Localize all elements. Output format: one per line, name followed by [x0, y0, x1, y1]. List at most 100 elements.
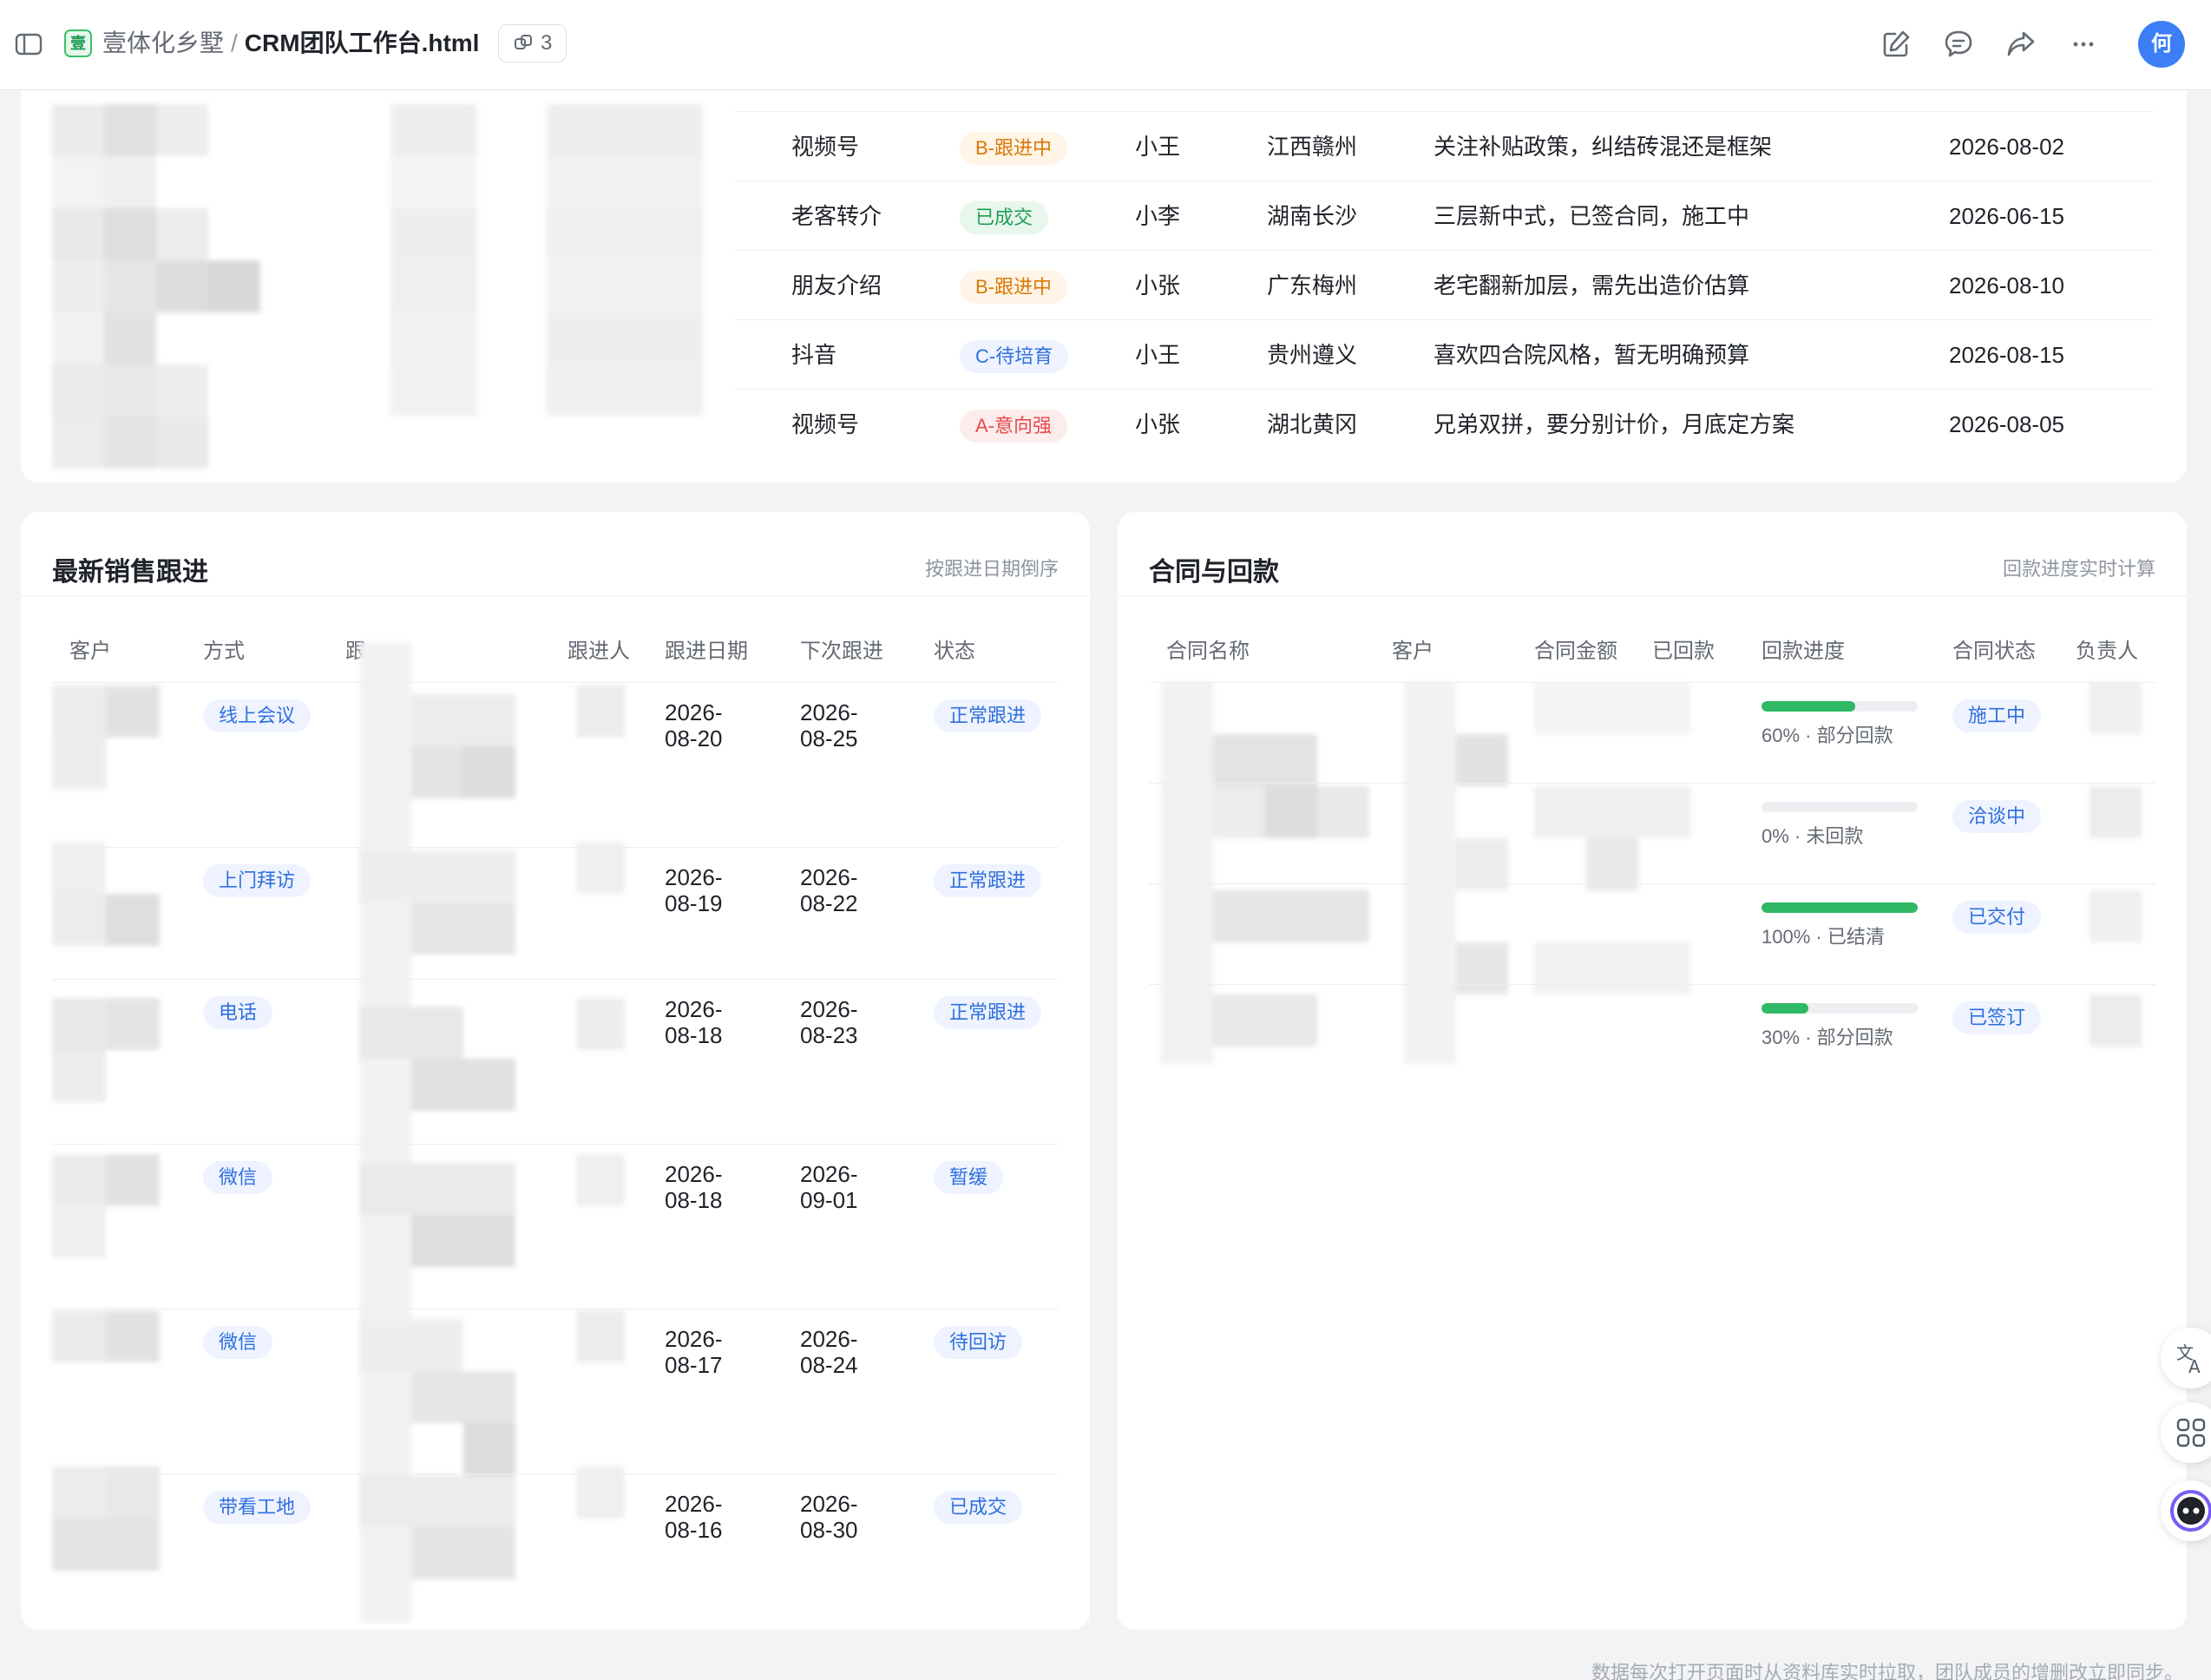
followup-date: 2026- 08-19	[665, 864, 723, 916]
edit-icon[interactable]	[1880, 28, 1912, 61]
table-row[interactable]: 视频号 A-意向强 小张 湖北黄冈 兄弟双拼，要分别计价，月底定方案 2026-…	[734, 389, 2154, 458]
status-badge: 已成交	[934, 1491, 1023, 1524]
assistant-button[interactable]	[2161, 1480, 2211, 1541]
method-badge: 微信	[203, 1161, 273, 1194]
progress-bar-fill	[1762, 902, 1918, 913]
lead-owner: 小张	[1135, 272, 1181, 299]
followups-title: 最新销售跟进	[52, 558, 208, 587]
followup-date: 2026- 08-16	[665, 1491, 723, 1543]
table-row-divider	[1149, 883, 2155, 884]
contract-status-badge: 已签订	[1952, 1001, 2042, 1034]
blurred-content-cells	[316, 642, 568, 1623]
comment-icon[interactable]	[1942, 28, 1975, 61]
lead-owner: 小王	[1135, 342, 1181, 368]
lead-region: 湖南长沙	[1267, 203, 1358, 229]
table-row[interactable]: 老客转介 已成交 小李 湖南长沙 三层新中式，已签合同，施工中 2026-06-…	[734, 180, 2154, 250]
method-badge: 电话	[203, 996, 273, 1029]
lead-region: 贵州遵义	[1267, 342, 1358, 368]
translate-button[interactable]: 文 A	[2161, 1328, 2211, 1388]
lead-grade-badge: A-意向强	[960, 410, 1068, 443]
table-row[interactable]: 视频号 B-跟进中 小王 江西赣州 关注补贴政策，纠结砖混还是框架 2026-0…	[734, 111, 2154, 180]
table-row-divider	[1149, 783, 2155, 784]
link-icon	[515, 35, 532, 49]
card-divider	[21, 595, 1090, 596]
sidebar-toggle-icon[interactable]	[14, 30, 43, 59]
col-header-customer: 客户	[69, 640, 111, 663]
col-header-owner: 负责人	[2076, 640, 2138, 663]
lead-region: 广东梅州	[1267, 272, 1358, 299]
breadcrumb-separator: /	[231, 30, 238, 56]
table-row[interactable]: 朋友介绍 B-跟进中 小张 广东梅州 老宅翻新加层，需先出造价估算 2026-0…	[734, 250, 2154, 319]
blurred-owner-cells	[2063, 682, 2159, 1064]
table-row[interactable]: 抖音 C-待培育 小王 贵州遵义 喜欢四合院风格，暂无明确预算 2026-08-…	[734, 319, 2154, 389]
lead-date: 2026-06-15	[1949, 203, 2064, 229]
next-followup-date: 2026- 08-25	[800, 699, 858, 751]
table-row-divider	[52, 682, 1059, 683]
blurred-contract-cells	[1126, 682, 1734, 1064]
table-row-divider	[52, 1473, 1059, 1474]
lead-grade-badge: B-跟进中	[960, 132, 1068, 166]
next-followup-date: 2026- 09-01	[800, 1161, 858, 1213]
apps-icon	[2176, 1418, 2206, 1447]
col-header-method: 方式	[203, 640, 245, 663]
user-avatar[interactable]: 何	[2138, 21, 2185, 68]
breadcrumb-space[interactable]: 壹体化乡墅	[102, 30, 224, 56]
more-icon[interactable]	[2067, 28, 2100, 61]
col-header-customer: 客户	[1392, 640, 1434, 663]
assistant-icon	[2170, 1490, 2211, 1532]
next-followup-date: 2026- 08-22	[800, 864, 858, 916]
progress-text: 60% · 部分回款	[1762, 725, 1893, 746]
share-icon[interactable]	[2004, 28, 2037, 61]
method-badge: 微信	[203, 1326, 273, 1359]
progress-bar	[1762, 802, 1918, 812]
method-badge: 带看工地	[203, 1491, 312, 1524]
col-header-progress: 回款进度	[1762, 640, 1845, 663]
lead-region: 江西赣州	[1267, 134, 1358, 160]
link-count-button[interactable]: 3	[498, 24, 568, 62]
progress-bar	[1762, 701, 1918, 712]
contracts-title: 合同与回款	[1149, 558, 1279, 587]
next-followup-date: 2026- 08-30	[800, 1491, 858, 1543]
lead-owner: 小李	[1135, 203, 1181, 229]
lead-date: 2026-08-05	[1949, 411, 2064, 437]
lead-source: 抖音	[791, 342, 837, 368]
method-badge: 线上会议	[203, 699, 312, 732]
method-badge: 上门拜访	[203, 864, 312, 897]
leads-card: 视频号 B-跟进中 小王 江西赣州 关注补贴政策，纠结砖混还是框架 2026-0…	[21, 69, 2187, 482]
lead-date: 2026-08-02	[1949, 134, 2064, 160]
progress-bar	[1762, 902, 1918, 913]
lead-grade-badge: 已成交	[960, 201, 1049, 235]
breadcrumb-file[interactable]: CRM团队工作台.html	[245, 30, 480, 56]
contracts-subtitle: 回款进度实时计算	[2002, 558, 2155, 580]
followup-date: 2026- 08-18	[665, 1161, 723, 1213]
blurred-owner-cells	[559, 686, 646, 1619]
link-count: 3	[541, 31, 553, 55]
breadcrumb: 壹体化乡墅 / CRM团队工作台.html	[102, 28, 479, 59]
followup-date: 2026- 08-18	[665, 996, 723, 1048]
blurred-customer-cells	[52, 686, 160, 1619]
lead-source: 老客转介	[791, 203, 882, 229]
lead-source: 朋友介绍	[791, 272, 882, 299]
lead-owner: 小王	[1135, 134, 1181, 160]
lead-source: 视频号	[791, 411, 860, 437]
top-bar: 壹 壹体化乡墅 / CRM团队工作台.html 3 何	[0, 0, 2211, 90]
table-row-divider	[1149, 984, 2155, 985]
col-header-date: 跟进日期	[665, 640, 748, 663]
followups-subtitle: 按跟进日期倒序	[924, 558, 1059, 580]
apps-button[interactable]	[2161, 1402, 2211, 1463]
lead-grade-badge: C-待培育	[960, 340, 1069, 374]
followups-card: 最新销售跟进 按跟进日期倒序 客户 方式 跟 跟进人 跟进日期 下次跟进 状态	[21, 512, 1090, 1630]
contracts-card: 合同与回款 回款进度实时计算 合同名称 客户 合同金额 已回款 回款进度 合同状…	[1118, 512, 2187, 1630]
col-header-paid: 已回款	[1652, 640, 1715, 663]
lead-note: 三层新中式，已签合同，施工中	[1434, 203, 1750, 229]
lead-source: 视频号	[791, 134, 860, 160]
col-header-status: 合同状态	[1952, 640, 2036, 663]
svg-text:A: A	[2188, 1356, 2201, 1377]
followup-date: 2026- 08-20	[665, 699, 723, 751]
progress-text: 100% · 已结清	[1762, 926, 1885, 948]
followup-date: 2026- 08-17	[665, 1326, 723, 1378]
col-header-contract-name: 合同名称	[1166, 640, 1250, 663]
lead-owner: 小张	[1135, 411, 1181, 437]
table-row-divider	[52, 1144, 1059, 1145]
status-badge: 正常跟进	[934, 996, 1042, 1029]
